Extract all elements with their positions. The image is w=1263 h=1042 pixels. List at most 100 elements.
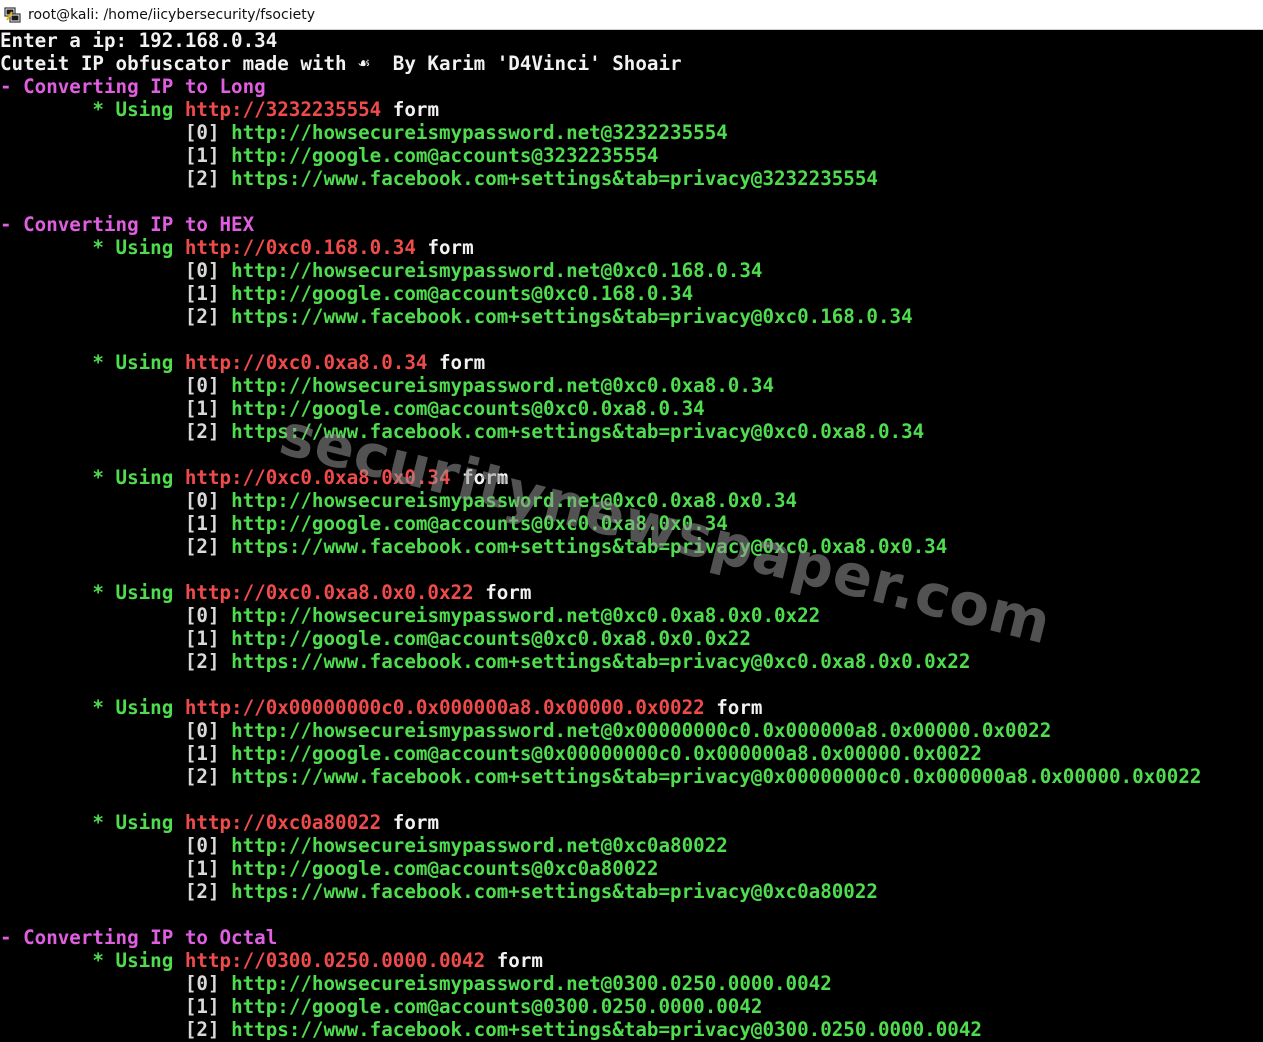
link-index: [1] [184, 627, 232, 650]
section-header-line: - Converting IP to HEX [0, 213, 1263, 236]
using-label: * Using [92, 466, 185, 489]
section-header-line: - Converting IP to Octal [0, 926, 1263, 949]
prompt-label: Enter a ip: [0, 29, 139, 52]
obfuscated-url: http://howsecureismypassword.net@0xc0.0x… [231, 489, 798, 512]
form-url: http://0xc0.168.0.34 [184, 236, 416, 259]
form-url: http://0x00000000c0.0x000000a8.0x00000.0… [184, 696, 705, 719]
obfuscated-url: http://google.com@accounts@0xc0a80022 [231, 857, 659, 880]
obfuscated-url: http://google.com@accounts@0300.0250.000… [231, 995, 763, 1018]
link-index: [2] [184, 880, 232, 903]
using-label: * Using [92, 236, 185, 259]
obfuscated-link-line: [1] http://google.com@accounts@0xc0.0xa8… [0, 512, 1263, 535]
section-header: - Converting IP to HEX [0, 213, 255, 236]
form-url: http://0xc0.0xa8.0x0.0x22 [184, 581, 474, 604]
using-label: * Using [92, 581, 185, 604]
link-index: [0] [184, 834, 232, 857]
obfuscated-url: http://google.com@accounts@0xc0.0xa8.0x0… [231, 512, 728, 535]
obfuscated-link-line: [1] http://google.com@accounts@0xc0.0xa8… [0, 627, 1263, 650]
form-url: http://0xc0.0xa8.0x0.34 [184, 466, 451, 489]
obfuscated-link-line: [2] https://www.facebook.com+settings&ta… [0, 1018, 1263, 1041]
obfuscated-url: http://howsecureismypassword.net@0xc0.16… [231, 259, 763, 282]
obfuscated-link-line: [0] http://howsecureismypassword.net@0xc… [0, 374, 1263, 397]
link-index: [1] [184, 995, 232, 1018]
obfuscated-link-line: [2] https://www.facebook.com+settings&ta… [0, 880, 1263, 903]
obfuscated-url: http://howsecureismypassword.net@0xc0.0x… [231, 374, 774, 397]
obfuscated-link-line: [2] https://www.facebook.com+settings&ta… [0, 535, 1263, 558]
obfuscated-link-line: [1] http://google.com@accounts@0xc0.0xa8… [0, 397, 1263, 420]
using-label: * Using [92, 98, 185, 121]
form-suffix: form [381, 98, 439, 121]
obfuscated-url: https://www.facebook.com+settings&tab=pr… [231, 765, 1202, 788]
using-label: * Using [92, 811, 185, 834]
terminal-output[interactable]: Enter a ip: 192.168.0.34 Cuteit IP obfus… [0, 29, 1263, 1042]
obfuscated-link-line: [2] https://www.facebook.com+settings&ta… [0, 650, 1263, 673]
obfuscated-url: http://howsecureismypassword.net@0x00000… [231, 719, 1052, 742]
banner-line: Cuteit IP obfuscator made with ☙ By Kari… [0, 52, 1263, 75]
obfuscated-link-line: [1] http://google.com@accounts@0x0000000… [0, 742, 1263, 765]
form-using-line: * Using http://0xc0.0xa8.0.34 form [0, 351, 1263, 374]
link-index: [1] [184, 397, 232, 420]
link-index: [2] [184, 305, 232, 328]
link-index: [0] [184, 719, 232, 742]
link-index: [1] [184, 742, 232, 765]
link-index: [1] [184, 857, 232, 880]
link-index: [0] [184, 374, 232, 397]
form-url: http://0xc0.0xa8.0.34 [184, 351, 428, 374]
ip-prompt-line: Enter a ip: 192.168.0.34 [0, 29, 1263, 52]
prompt-value: 192.168.0.34 [138, 29, 278, 52]
obfuscated-url: https://www.facebook.com+settings&tab=pr… [231, 535, 948, 558]
obfuscated-link-line: [0] http://howsecureismypassword.net@323… [0, 121, 1263, 144]
obfuscated-url: http://google.com@accounts@0x00000000c0.… [231, 742, 982, 765]
form-suffix: form [381, 811, 439, 834]
obfuscated-link-line: [2] https://www.facebook.com+settings&ta… [0, 305, 1263, 328]
obfuscated-url: https://www.facebook.com+settings&tab=pr… [231, 167, 878, 190]
form-suffix: form [427, 351, 486, 374]
form-using-line: * Using http://0xc0.168.0.34 form [0, 236, 1263, 259]
obfuscated-url: https://www.facebook.com+settings&tab=pr… [231, 420, 925, 443]
obfuscated-link-line: [1] http://google.com@accounts@0300.0250… [0, 995, 1263, 1018]
link-index: [1] [184, 144, 232, 167]
link-index: [2] [184, 765, 232, 788]
using-label: * Using [92, 351, 185, 374]
obfuscated-url: http://howsecureismypassword.net@0xc0.0x… [231, 604, 821, 627]
form-using-line: * Using http://0xc0a80022 form [0, 811, 1263, 834]
link-index: [0] [184, 259, 232, 282]
form-using-line: * Using http://0xc0.0xa8.0x0.0x22 form [0, 581, 1263, 604]
form-using-line: * Using http://0x00000000c0.0x000000a8.0… [0, 696, 1263, 719]
obfuscated-link-line: [1] http://google.com@accounts@0xc0.168.… [0, 282, 1263, 305]
section-header: - Converting IP to Long [0, 75, 266, 98]
obfuscated-url: https://www.facebook.com+settings&tab=pr… [231, 880, 878, 903]
obfuscated-link-line: [2] https://www.facebook.com+settings&ta… [0, 420, 1263, 443]
form-using-line: * Using http://0300.0250.0000.0042 form [0, 949, 1263, 972]
link-index: [0] [184, 604, 232, 627]
obfuscated-link-line: [0] http://howsecureismypassword.net@0xc… [0, 489, 1263, 512]
link-index: [1] [184, 512, 232, 535]
form-suffix: form [415, 236, 474, 259]
title-bar[interactable]: root@kali: /home/iicybersecurity/fsociet… [0, 0, 1263, 30]
obfuscated-url: http://howsecureismypassword.net@3232235… [231, 121, 728, 144]
